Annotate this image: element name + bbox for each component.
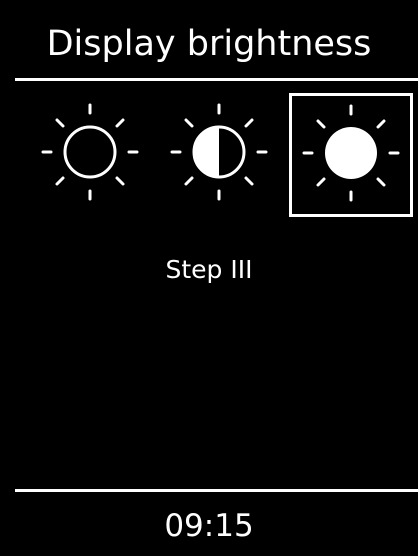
brightness-step-label: Step III — [165, 255, 253, 284]
brightness-option-medium[interactable] — [158, 93, 282, 217]
clock-display: 09:15 — [164, 508, 254, 544]
sun-filled-icon — [302, 104, 400, 202]
sun-half-icon — [170, 103, 268, 201]
screen-title: Display brightness — [46, 24, 372, 64]
brightness-option-high[interactable] — [289, 93, 413, 217]
brightness-option-low[interactable] — [29, 93, 153, 217]
top-divider — [15, 78, 418, 81]
bottom-divider — [15, 489, 418, 492]
sun-outline-icon — [41, 103, 139, 201]
